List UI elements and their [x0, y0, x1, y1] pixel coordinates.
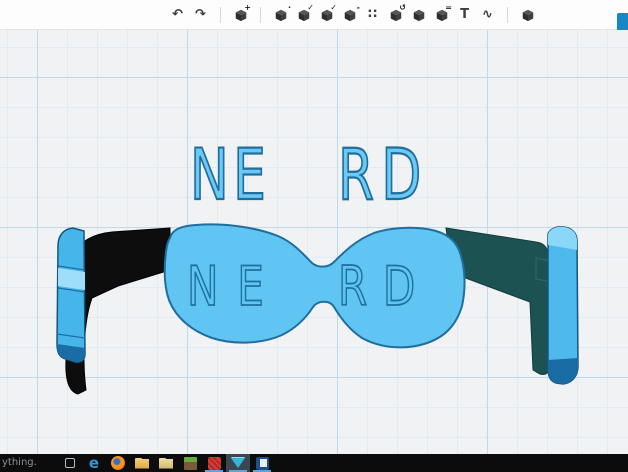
- toolbar-separator: [260, 6, 261, 23]
- grouping-icon[interactable]: ↺: [386, 3, 406, 26]
- measure-icon[interactable]: =: [432, 3, 452, 26]
- right-temple-tip[interactable]: [547, 226, 579, 385]
- redo-icon[interactable]: ↷: [191, 4, 210, 26]
- folder-icon: [135, 457, 149, 469]
- documents-folder-button[interactable]: [154, 454, 178, 472]
- red-app-button[interactable]: [202, 454, 226, 472]
- floating-text-right[interactable]: RD: [337, 133, 429, 217]
- left-temple-tip[interactable]: [56, 227, 86, 363]
- workplane-grid[interactable]: NE RD NE RD: [0, 30, 628, 454]
- sketch-icon[interactable]: ✓: [294, 3, 314, 26]
- folder-icon: [159, 457, 173, 469]
- teal-triangle-icon: [231, 458, 245, 468]
- toolbar: ↶ ↷ + · ✓ ✓ - ∷ ↺ = T ∿: [0, 0, 628, 31]
- snap-icon[interactable]: ∿: [478, 4, 497, 26]
- toolbar-separator: [507, 6, 508, 23]
- engraved-text-left: NE: [187, 256, 283, 318]
- construct-icon[interactable]: ✓: [317, 3, 337, 26]
- combine-icon[interactable]: [409, 4, 428, 26]
- file-explorer-button[interactable]: [130, 454, 154, 472]
- modify-icon[interactable]: -: [340, 3, 360, 26]
- glasses-model[interactable]: NE RD NE RD: [0, 30, 628, 454]
- blue-app-button[interactable]: [250, 454, 274, 472]
- red-app-icon: [207, 456, 221, 470]
- account-button[interactable]: [617, 13, 628, 31]
- firefox-button[interactable]: [106, 454, 130, 472]
- text-tool-icon[interactable]: T: [455, 4, 474, 26]
- taskbar-icons: e: [58, 454, 274, 472]
- app-window: ↶ ↷ + · ✓ ✓ - ∷ ↺ = T ∿ NE RD NE RD ythi…: [0, 0, 628, 472]
- engraved-text-right: RD: [338, 256, 431, 318]
- task-view-button[interactable]: [58, 454, 82, 472]
- task-view-icon: [65, 458, 75, 468]
- pattern-icon[interactable]: ∷: [363, 4, 382, 26]
- toolbar-separator: [220, 6, 221, 23]
- edge-browser-button[interactable]: e: [82, 454, 106, 472]
- transform-icon[interactable]: +: [231, 3, 251, 26]
- edge-icon: e: [88, 453, 100, 472]
- minecraft-icon: [183, 456, 197, 470]
- firefox-icon: [111, 456, 125, 470]
- materials-icon[interactable]: [518, 4, 537, 26]
- primitives-icon[interactable]: ·: [271, 3, 291, 26]
- blue-app-icon: [255, 456, 269, 470]
- cad-app-button[interactable]: [226, 454, 250, 472]
- windows-taskbar: ything. e: [0, 454, 628, 472]
- floating-text-left[interactable]: NE: [189, 133, 270, 217]
- taskbar-search-box[interactable]: ything.: [0, 454, 58, 472]
- minecraft-button[interactable]: [178, 454, 202, 472]
- undo-icon[interactable]: ↶: [168, 4, 187, 26]
